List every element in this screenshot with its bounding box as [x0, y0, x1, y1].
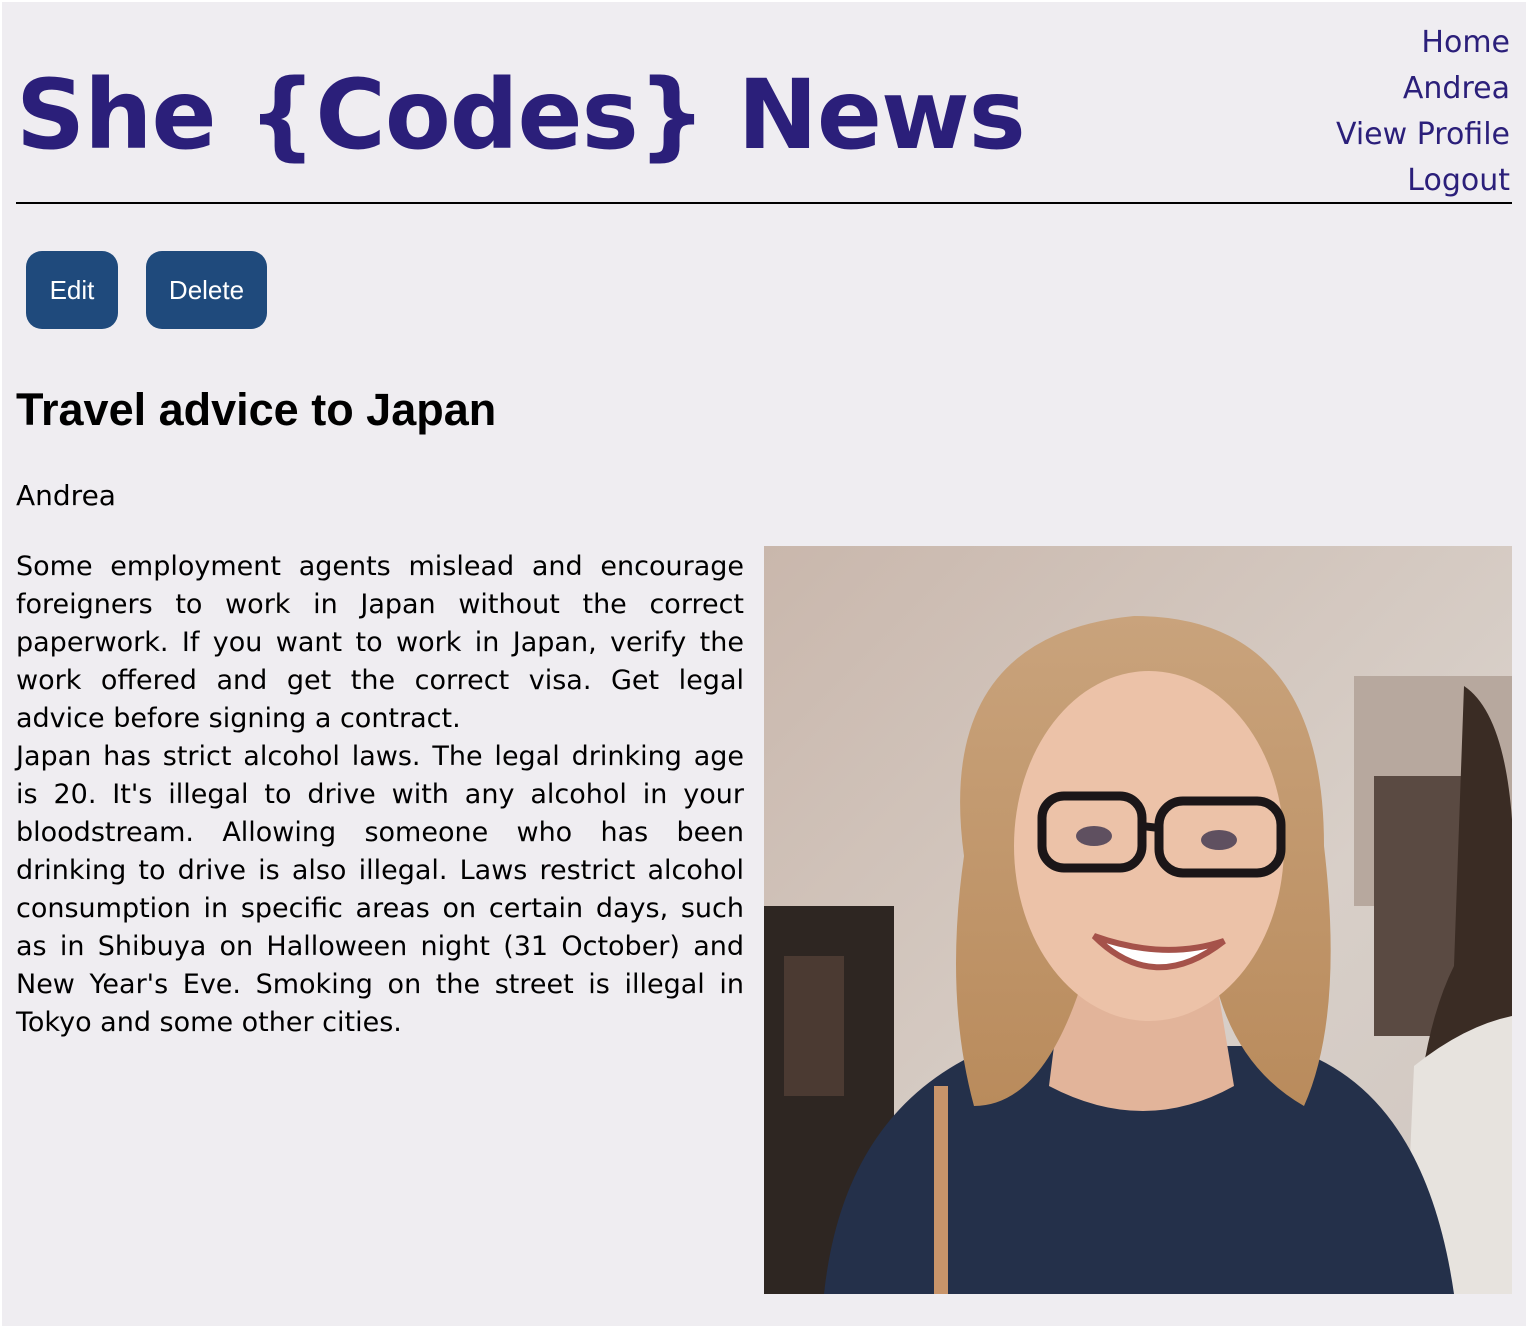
story-title: Travel advice to Japan [16, 384, 497, 435]
story-image [764, 546, 1512, 1294]
nav-user-link[interactable]: Andrea [1336, 66, 1510, 112]
portrait-photo [764, 546, 1512, 1294]
story-paragraph: Some employment agents mislead and encou… [16, 551, 744, 734]
nav-view-profile-link[interactable]: View Profile [1336, 112, 1510, 158]
page: She {Codes} News Home Andrea View Profil… [0, 0, 1528, 1328]
story-body: Some employment agents mislead and encou… [16, 548, 744, 1042]
story-author: Andrea [16, 479, 116, 512]
nav-logout-link[interactable]: Logout [1336, 158, 1510, 204]
story-paragraph: Japan has strict alcohol laws. The legal… [16, 741, 744, 1038]
story-actions: Edit Delete [26, 251, 267, 329]
main-nav: Home Andrea View Profile Logout [1336, 20, 1510, 204]
nav-home-link[interactable]: Home [1336, 20, 1510, 66]
delete-button[interactable]: Delete [146, 251, 267, 329]
header-divider [16, 202, 1512, 204]
site-title: She {Codes} News [16, 59, 1026, 171]
edit-button[interactable]: Edit [26, 251, 118, 329]
